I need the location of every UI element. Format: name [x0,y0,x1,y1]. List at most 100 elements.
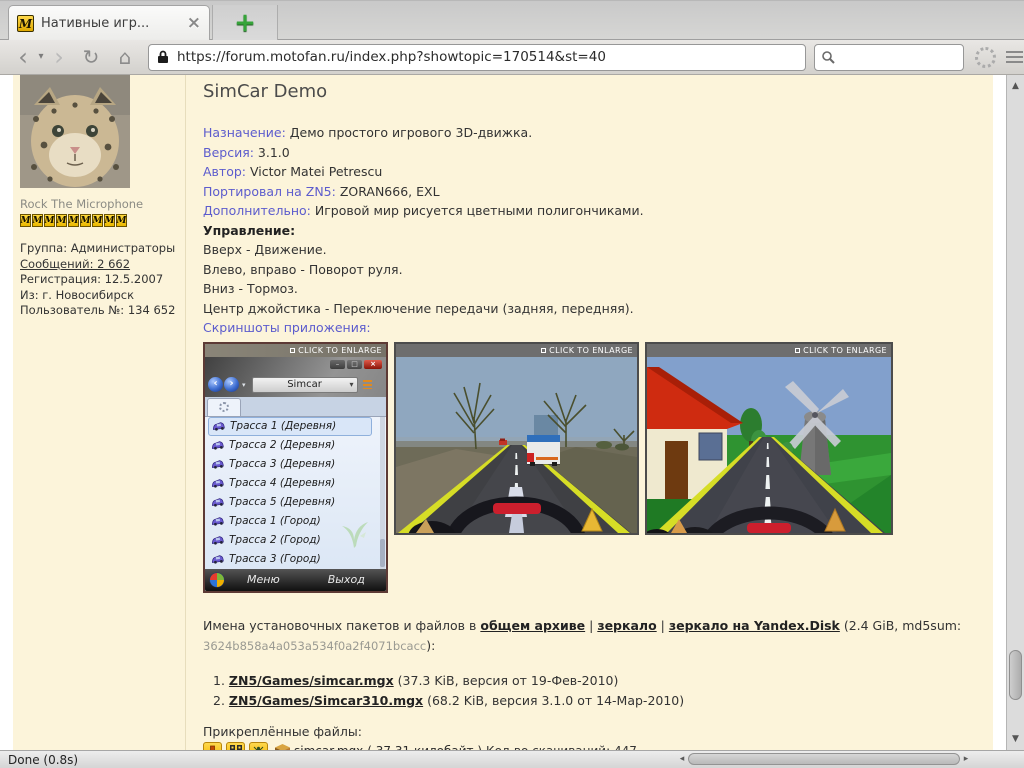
new-tab-button[interactable]: + [212,5,278,40]
close-icon: × [364,360,382,369]
car-icon [211,440,224,450]
plus-icon: + [234,10,256,36]
package-file-link[interactable]: ZN5/Games/simcar.mgx [229,673,394,688]
page-viewport: Rock The Microphone М М М М М М М М М Гр… [0,75,1006,750]
control-line: Центр джойстика - Переключение передачи … [203,299,983,319]
phone-app-dropdown: Simcar ▾ [252,377,358,393]
vertical-scrollbar-thumb[interactable] [1009,650,1022,700]
status-text: Done (0.8s) [8,753,78,767]
rank-badge: М [56,214,67,227]
forward-button[interactable]: › [48,45,70,69]
user-from: Из: г. Новосибирск [20,288,185,304]
screenshots-label: Скриншоты приложения: [203,318,983,338]
phone-tab-row [205,397,386,417]
car-icon [211,459,224,469]
user-posts-link[interactable]: Сообщений: 2 662 [20,257,185,273]
track-item: Трасса 2 (Деревня) [205,436,386,455]
track-item-selected: Трасса 1 (Деревня) [208,417,372,436]
scroll-up-arrow[interactable]: ▲ [1007,81,1024,91]
car-icon [211,535,224,545]
windows-orb-icon [209,572,225,588]
rank-badge: М [44,214,55,227]
search-icon [821,50,836,65]
track-list: Трасса 1 (Деревня) Трасса 2 (Деревня) Тр… [205,417,386,569]
click-to-enlarge-band: CLICK TO ENLARGE [647,344,891,357]
avatar[interactable] [20,75,130,188]
phone-menu-icon [363,380,372,389]
rank-badge: М [80,214,91,227]
user-group: Группа: Администраторы [20,241,185,257]
rank-badge: М [68,214,79,227]
rank-badge: М [32,214,43,227]
tab-close-icon[interactable]: × [187,15,201,32]
status-bar: Done (0.8s) ◂ ▸ [0,750,1024,768]
car-icon [211,497,224,507]
tab-strip: M Нативные игр... × + [0,0,1024,40]
rank-badge: М [104,214,115,227]
screenshot-thumbnail-2[interactable]: CLICK TO ENLARGE [394,342,639,535]
forum-post-panel: Rock The Microphone М М М М М М М М М Гр… [13,75,993,750]
click-to-enlarge-band: CLICK TO ENLARGE [205,344,386,357]
antivirus-spider-icon[interactable] [249,742,268,751]
refresh-button[interactable]: ↻ [78,47,104,67]
package-file-list: 1. ZN5/Games/simcar.mgx (37.3 KiB, верси… [203,671,983,711]
browser-tab-active[interactable]: M Нативные игр... × [8,5,210,41]
navigation-toolbar: ‹ ▾ › ↻ ⌂ https://forum.motofan.ru/index… [0,40,1024,75]
attachment-row: simcar.mgx ( 37.31 килобайт ) Кол-во ска… [203,742,983,751]
game-scene-road [396,357,637,533]
car-icon [211,478,224,488]
scroll-down-arrow[interactable]: ▼ [1007,734,1024,744]
address-bar[interactable]: https://forum.motofan.ru/index.php?showt… [148,44,806,71]
field-version: Версия: 3.1.0 [203,143,983,163]
home-button[interactable]: ⌂ [112,47,138,67]
search-input[interactable] [814,44,964,71]
vertical-scrollbar[interactable]: ▲ ▼ [1006,75,1024,750]
package-file-item: 2. ZN5/Games/Simcar310.mgx (68.2 KiB, ве… [213,691,983,711]
post-title: SimCar Demo [203,81,983,102]
archive-link[interactable]: общем архиве [480,618,585,633]
truck [527,435,560,466]
game-scene-village [647,357,891,533]
screenshot-thumbnail-1[interactable]: CLICK TO ENLARGE – □ × ‹ › ▾ Simcar ▾ [203,342,388,593]
tab-title: Нативные игр... [41,16,180,31]
packages-paragraph: Имена установочных пакетов и файлов в об… [203,616,983,656]
maximize-icon: □ [347,360,362,369]
scroll-left-arrow[interactable]: ◂ [676,754,688,764]
mirror-link[interactable]: зеркало [597,618,656,633]
scroll-right-arrow[interactable]: ▸ [960,754,972,764]
horizontal-scrollbar[interactable]: ◂ ▸ [676,752,1006,766]
qr-code-icon[interactable] [226,742,245,751]
phone-softkey-bar: Меню Выход [205,569,386,591]
screenshot-row: CLICK TO ENLARGE – □ × ‹ › ▾ Simcar ▾ [203,342,983,593]
phone-forward-icon: › [224,377,239,392]
lock-icon [157,50,169,64]
throbber-icon [975,47,996,68]
track-item: Трасса 3 (Город) [205,550,386,569]
field-purpose: Назначение: Демо простого игрового 3D-дв… [203,123,983,143]
screenshot-thumbnail-3[interactable]: CLICK TO ENLARGE [645,342,893,535]
field-author: Автор: Victor Matei Petrescu [203,162,983,182]
back-button[interactable]: ‹ [12,45,34,69]
phone-tab [207,398,241,416]
package-file-link[interactable]: ZN5/Games/Simcar310.mgx [229,693,423,708]
history-dropdown-icon[interactable]: ▾ [34,52,48,62]
control-line: Вниз - Тормоз. [203,279,983,299]
softkey-menu: Меню [247,573,280,586]
menu-button[interactable] [1006,51,1023,64]
field-extra: Дополнительно: Игровой мир рисуется цвет… [203,201,983,221]
car-icon [212,421,225,431]
controls-heading: Управление: [203,221,983,241]
enlarge-icon [795,348,800,353]
phone-back-icon: ‹ [208,377,223,392]
control-line: Влево, вправо - Поворот руля. [203,260,983,280]
download-icon[interactable] [203,742,222,751]
yandex-disk-link[interactable]: зеркало на Yandex.Disk [669,618,840,633]
horizontal-scrollbar-thumb[interactable] [688,753,960,765]
attachments-heading: Прикреплённые файлы: [203,724,983,739]
track-item: Трасса 3 (Деревня) [205,455,386,474]
rank-badge: М [92,214,103,227]
rank-badge: М [116,214,127,227]
enlarge-icon [290,348,295,353]
track-item: Трасса 2 (Город) [205,531,386,550]
enlarge-icon [541,348,546,353]
